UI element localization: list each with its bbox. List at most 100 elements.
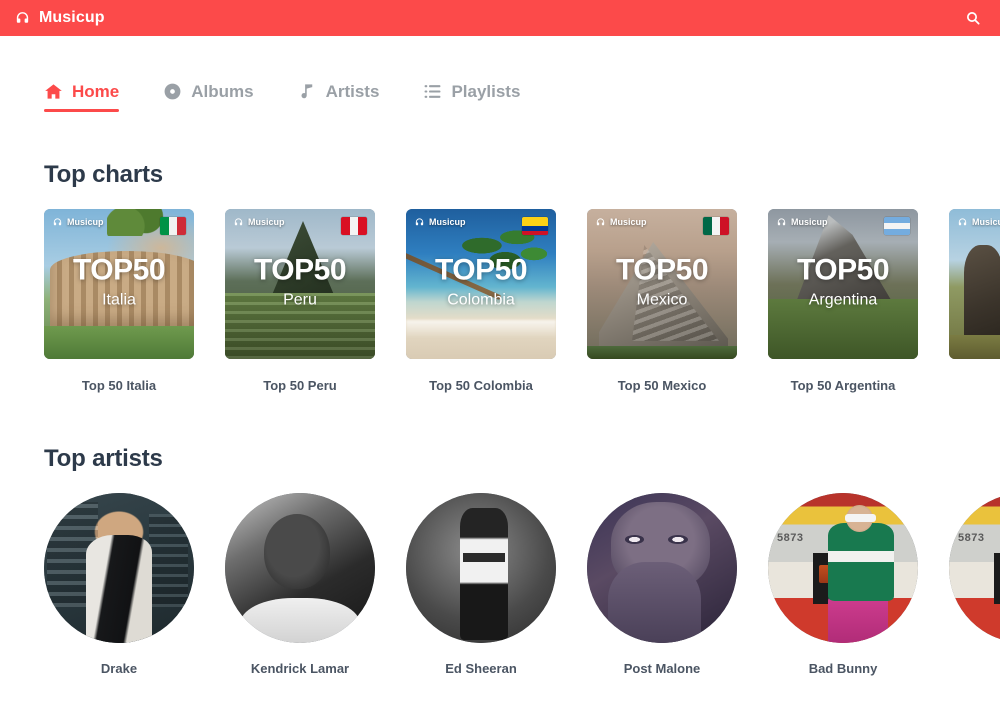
list-icon xyxy=(425,85,441,98)
building xyxy=(149,514,188,607)
headphones-icon xyxy=(53,218,62,226)
search-button[interactable] xyxy=(962,7,984,29)
portrait-badbunny: 5873 xyxy=(768,493,918,643)
card-logo: Musicup xyxy=(957,217,1000,228)
headphones-icon xyxy=(777,218,786,226)
chart-artwork: Musicup TOP50 Argentina xyxy=(768,209,918,359)
terraces xyxy=(234,311,321,350)
tab-albums[interactable]: Albums xyxy=(163,82,254,112)
artist-name: Kendrick Lamar xyxy=(250,661,350,676)
portrait-drake xyxy=(44,493,194,643)
card-rank-label: TOP50 xyxy=(435,253,528,287)
card-center-text: TOP50 Mexico xyxy=(587,255,737,308)
chart-card-colombia[interactable]: Musicup TOP50 Colombia Top 50 Colombia xyxy=(406,209,556,393)
tab-playlists[interactable]: Playlists xyxy=(423,82,520,112)
artist-card-partial[interactable]: 5873 Ba xyxy=(949,493,1000,676)
tab-albums-label: Albums xyxy=(191,82,254,101)
hands xyxy=(608,562,701,643)
music-note-icon xyxy=(301,84,312,99)
body xyxy=(460,508,508,640)
headphones-icon xyxy=(415,218,424,226)
app-header: Musicup xyxy=(0,0,1000,36)
chart-artwork: Musicup TOP50 Italia xyxy=(44,209,194,359)
torso xyxy=(828,523,894,601)
chart-card-mexico[interactable]: Musicup TOP50 Mexico Top 50 Mexico xyxy=(587,209,737,393)
portrait-postmalone xyxy=(587,493,737,643)
top-charts-heading: Top charts xyxy=(44,161,163,188)
card-logo-label: Musicup xyxy=(429,217,466,227)
tab-home[interactable]: Home xyxy=(44,82,120,112)
shirt-stripe xyxy=(463,553,505,562)
card-center-text: TO xyxy=(949,264,1000,301)
brand-name: Musicup xyxy=(39,9,105,26)
card-logo: Musicup xyxy=(776,217,828,228)
card-logo: Musicup xyxy=(595,217,647,228)
flag-italy xyxy=(160,217,186,235)
headphones-icon xyxy=(234,218,243,226)
card-logo-label: Musicup xyxy=(791,217,828,227)
surf-foam xyxy=(406,320,556,338)
tab-playlists-label: Playlists xyxy=(451,82,521,101)
tab-artists-label: Artists xyxy=(325,82,380,101)
headphones-icon xyxy=(16,11,29,23)
flag-colombia xyxy=(522,217,548,235)
eye xyxy=(668,535,688,544)
artist-card-post-malone[interactable]: Post Malone xyxy=(587,493,737,676)
card-rank-label: TOP50 xyxy=(616,253,709,287)
card-rank-label: TOP50 xyxy=(797,253,890,287)
card-country-label: Mexico xyxy=(636,291,688,309)
main-navigation: Home Albums Artists Playlists xyxy=(0,36,1000,112)
chart-card-argentina[interactable]: Musicup TOP50 Argentina Top 50 Argentina xyxy=(768,209,918,393)
chart-card-caption: Top 50 Italia xyxy=(81,378,157,393)
card-country-label: Peru xyxy=(283,291,317,309)
wall-number-text: 5873 xyxy=(777,532,804,544)
headphones-icon xyxy=(596,218,605,226)
artist-name: Ed Sheeran xyxy=(445,661,517,676)
card-country-label: Colombia xyxy=(447,291,515,309)
chart-artwork: Musicup TO xyxy=(949,209,1000,359)
coat xyxy=(86,535,152,643)
artist-name: Ba xyxy=(949,661,1000,676)
top-charts-row[interactable]: Musicup TOP50 Italia Top 50 Italia Music… xyxy=(0,209,1000,393)
artist-card-bad-bunny[interactable]: 5873 Bad Bunny xyxy=(768,493,918,676)
wall-number-text: 5873 xyxy=(958,532,985,544)
top-artists-row[interactable]: Drake Kendrick Lamar Ed Sheeran Post Mal… xyxy=(0,493,1000,676)
sunglasses xyxy=(844,514,876,522)
eye xyxy=(624,535,644,544)
avatar: 5873 xyxy=(949,493,1000,643)
chart-card-caption: Top xyxy=(949,378,1000,393)
card-center-text: TOP50 Italia xyxy=(44,255,194,308)
chart-card-italia[interactable]: Musicup TOP50 Italia Top 50 Italia xyxy=(44,209,194,393)
artist-name: Post Malone xyxy=(623,661,701,676)
artist-card-kendrick-lamar[interactable]: Kendrick Lamar xyxy=(225,493,375,676)
card-country-label: Italia xyxy=(102,291,136,309)
card-logo-label: Musicup xyxy=(972,217,1000,227)
avatar xyxy=(406,493,556,643)
top-artists-heading: Top artists xyxy=(44,445,163,472)
card-center-text: TOP50 Argentina xyxy=(768,255,918,308)
chart-card-caption: Top 50 Mexico xyxy=(617,378,707,393)
artist-card-ed-sheeran[interactable]: Ed Sheeran xyxy=(406,493,556,676)
avatar xyxy=(587,493,737,643)
flag-argentina xyxy=(884,217,910,235)
face xyxy=(264,514,330,589)
headphones-icon xyxy=(958,218,967,226)
card-rank-label: TOP50 xyxy=(254,253,347,287)
portrait-kendrick xyxy=(225,493,375,643)
tab-artists[interactable]: Artists xyxy=(298,82,380,112)
chart-card-chile[interactable]: Musicup TO Top xyxy=(949,209,1000,393)
chart-artwork: Musicup TOP50 Colombia xyxy=(406,209,556,359)
card-logo-label: Musicup xyxy=(248,217,285,227)
card-logo-label: Musicup xyxy=(67,217,104,227)
foliage xyxy=(107,209,167,236)
chart-card-peru[interactable]: Musicup TOP50 Peru Top 50 Peru xyxy=(225,209,375,393)
artist-card-drake[interactable]: Drake xyxy=(44,493,194,676)
card-logo: Musicup xyxy=(414,217,466,228)
portrait-sheeran xyxy=(406,493,556,643)
brand[interactable]: Musicup xyxy=(14,10,105,27)
home-icon xyxy=(45,84,62,99)
card-center-text: TOP50 Colombia xyxy=(406,255,556,308)
flag-peru xyxy=(341,217,367,235)
chart-artwork: Musicup TOP50 Mexico xyxy=(587,209,737,359)
card-logo: Musicup xyxy=(233,217,285,228)
